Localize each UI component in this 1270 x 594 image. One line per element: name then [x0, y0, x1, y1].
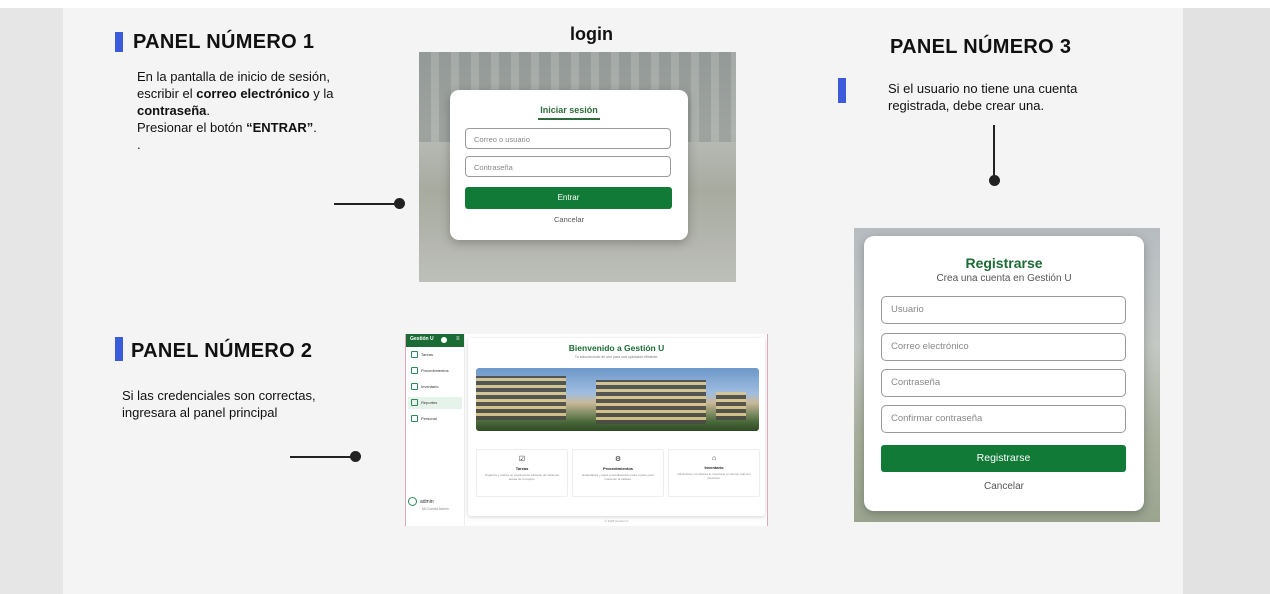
panel-1-line-2-text: escribir el: [137, 86, 197, 101]
panel-3-line-2: registrada, debe crear una.: [888, 98, 1045, 113]
login-title: Iniciar sesión: [540, 105, 598, 115]
panel-2-line-1: Si las credenciales son correctas,: [122, 388, 316, 403]
dashboard-main: Bienvenido a Gestión U Tu solución todo …: [468, 338, 765, 516]
hierarchy-icon: ⚙: [614, 456, 622, 463]
avatar-icon: [408, 497, 417, 506]
feature-card-title: Tareas: [515, 466, 529, 471]
dashboard-screenshot: Gestión U ≡ Tareas Procedimientos Invent…: [405, 334, 768, 526]
panel-1-line-2: escribir el correo electrónico y la: [137, 85, 377, 102]
sidebar-item-reportes[interactable]: Reportes: [408, 397, 462, 409]
sidebar-user[interactable]: admin: [408, 497, 434, 506]
login-card: Iniciar sesión Correo o usuario Contrase…: [450, 90, 688, 240]
panel-2-description: Si las credenciales son correctas, ingre…: [122, 387, 362, 421]
register-confirm-password-field[interactable]: Confirmar contraseña: [881, 405, 1126, 433]
sidebar-user-name: admin: [420, 498, 434, 505]
panel-1-line-3-bold: contraseña: [137, 103, 207, 118]
inventory-icon: [411, 383, 418, 391]
sidebar-item-label: Tareas: [421, 352, 434, 357]
sidebar-item-inventario[interactable]: Inventario: [408, 381, 462, 393]
login-user-field[interactable]: Correo o usuario: [465, 128, 671, 149]
register-email-field[interactable]: Correo electrónico: [881, 333, 1126, 361]
login-heading: login: [570, 24, 613, 44]
procedures-icon: [411, 367, 418, 375]
sidebar-item-personal[interactable]: Personal: [408, 413, 462, 425]
feature-card-procedimientos[interactable]: ⚙ Procedimientos Estandariza y sigue pro…: [572, 449, 664, 497]
panel-1-line-5: .: [137, 137, 141, 152]
panel-2-connector-dot: [350, 451, 361, 462]
panel-3-line-1: Si el usuario no tiene una cuenta: [888, 81, 1078, 96]
panel-3-connector-dot: [989, 175, 1000, 186]
panel-2-connector: [290, 456, 354, 458]
register-username-field[interactable]: Usuario: [881, 296, 1126, 324]
hero-building-left: [476, 376, 566, 420]
right-margin: [1183, 8, 1270, 594]
panel-1-line-2-tail: y la: [309, 86, 334, 101]
register-password-field[interactable]: Contraseña: [881, 369, 1126, 397]
sidebar-item-label: Reportes: [421, 400, 438, 405]
panel-2-marker: [115, 337, 123, 361]
panel-1-title: PANEL NÚMERO 1: [133, 31, 315, 53]
register-card: Registrarse Crea una cuenta en Gestión U…: [864, 236, 1144, 511]
panel-3-description: Si el usuario no tiene una cuenta regist…: [888, 80, 1128, 114]
feature-card-tareas[interactable]: ☑ Tareas Organiza y realiza un seguimien…: [476, 449, 568, 497]
register-cancel-link[interactable]: Cancelar: [864, 481, 1144, 492]
feature-card-description: Organiza y realiza un seguimiento eficie…: [484, 473, 560, 481]
feature-card-title: Procedimientos: [602, 466, 633, 471]
login-title-underline: [538, 118, 600, 120]
panel-1-connector-dot: [394, 198, 405, 209]
welcome-title: Bienvenido a Gestión U: [568, 343, 665, 353]
sidebar-item-label: Procedimientos: [421, 368, 449, 373]
feature-card-description: Administra y monitorea tu inventario en …: [677, 472, 751, 480]
sidebar-item-tareas[interactable]: Tareas: [408, 349, 462, 361]
panel-1-line-4-bold: “ENTRAR”: [246, 120, 314, 135]
reports-icon: [411, 399, 418, 407]
feature-card-description: Estandariza y sigue procedimientos paso …: [582, 473, 654, 481]
hero-building-right: [596, 380, 706, 424]
panel-1-line-3: contraseña.: [137, 102, 377, 119]
login-screenshot: Iniciar sesión Correo o usuario Contrase…: [419, 52, 736, 282]
warehouse-icon: ⌂: [711, 455, 717, 462]
sidebar-item-label: Inventario: [421, 384, 439, 389]
panel-1-line-4-text: Presionar el botón: [137, 120, 247, 135]
panel-3-title: PANEL NÚMERO 3: [890, 36, 1072, 58]
register-title: Registrarse: [965, 255, 1043, 271]
sidebar-item-procedimientos[interactable]: Procedimientos: [408, 365, 462, 377]
panel-1-marker: [115, 32, 123, 52]
register-screenshot: Registrarse Crea una cuenta en Gestión U…: [854, 228, 1160, 522]
clipboard-icon: ☑: [518, 456, 526, 463]
welcome-subtitle: Tu solución todo en uno para una operaci…: [574, 355, 659, 359]
personnel-icon: [411, 415, 418, 423]
sidebar-user-subtitle: Mi Cuenta Admin: [422, 507, 449, 511]
sidebar-brand: Gestión U: [410, 336, 434, 342]
panel-1-line-1: En la pantalla de inicio de sesión,: [137, 69, 330, 84]
panel-1-line-4-tail: .: [313, 120, 317, 135]
dashboard-footer: © 2025 Gestión U: [604, 519, 629, 523]
feature-card-inventario[interactable]: ⌂ Inventario Administra y monitorea tu i…: [668, 449, 760, 497]
menu-icon[interactable]: ≡: [456, 336, 460, 342]
top-border: [0, 0, 1270, 8]
hero-building-far: [716, 392, 746, 420]
feature-card-title: Inventario: [704, 465, 724, 470]
left-margin: [0, 8, 63, 594]
dashboard-sidebar: Gestión U ≡ Tareas Procedimientos Invent…: [406, 334, 465, 526]
panel-1-description: En la pantalla de inicio de sesión, escr…: [137, 68, 377, 153]
panel-1-connector: [334, 203, 398, 205]
login-password-field[interactable]: Contraseña: [465, 156, 671, 177]
panel-1-line-4: Presionar el botón “ENTRAR”.: [137, 119, 377, 136]
panel-3-connector: [993, 125, 995, 178]
panel-2-title: PANEL NÚMERO 2: [131, 340, 313, 362]
panel-2-line-2: ingresara al panel principal: [122, 405, 278, 420]
sidebar-item-label: Personal: [421, 416, 437, 421]
register-subtitle: Crea una cuenta en Gestión U: [936, 273, 1072, 284]
panel-3-marker: [838, 78, 846, 103]
theme-toggle[interactable]: [441, 337, 447, 343]
panel-1-line-3-tail: .: [206, 103, 210, 118]
register-submit-button[interactable]: Registrarse: [881, 445, 1126, 472]
login-submit-button[interactable]: Entrar: [465, 187, 672, 209]
panel-1-line-2-bold: correo electrónico: [196, 86, 310, 101]
hero-image: [476, 368, 759, 431]
login-cancel-link[interactable]: Cancelar: [450, 215, 688, 224]
tasks-icon: [411, 351, 418, 359]
